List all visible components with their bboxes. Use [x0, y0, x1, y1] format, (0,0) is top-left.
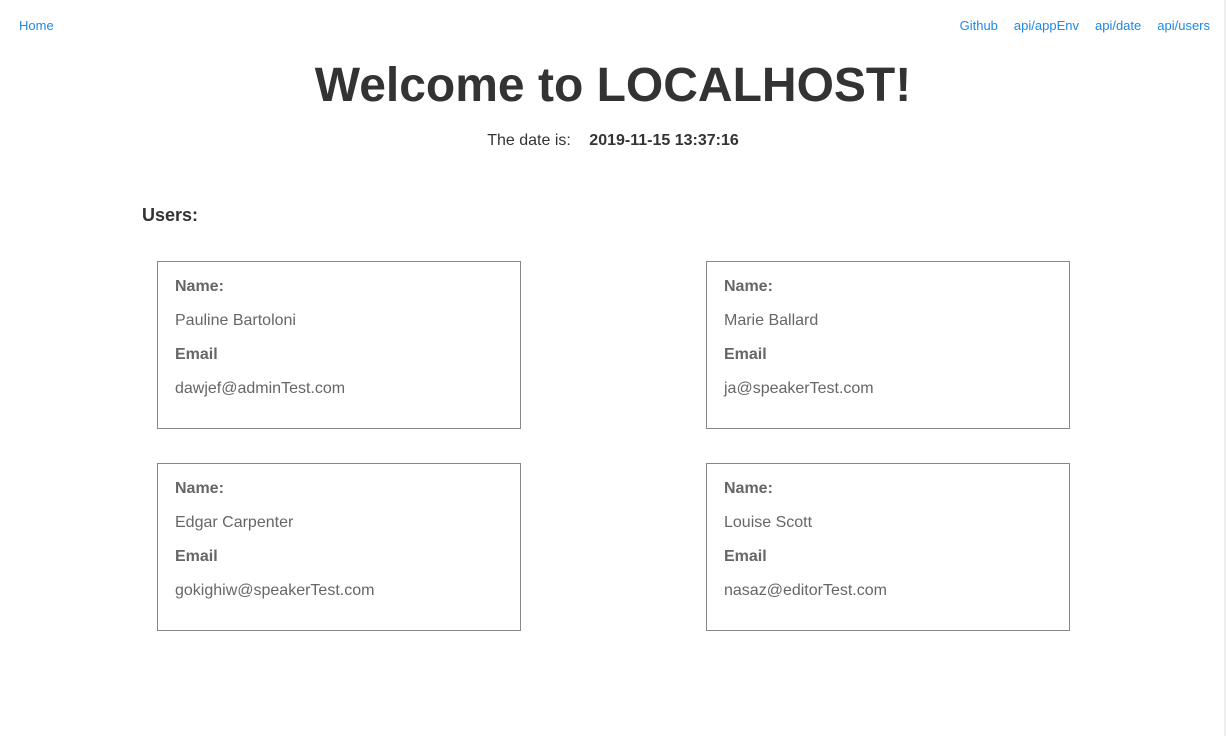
top-navigation: Home Github api/appEnv api/date api/user… — [0, 0, 1226, 50]
nav-api-appenv-link[interactable]: api/appEnv — [1014, 18, 1079, 33]
name-label: Name: — [724, 480, 773, 497]
date-line: The date is: 2019-11-15 13:37:16 — [0, 131, 1226, 151]
email-label: Email — [175, 548, 218, 565]
user-card: Name: Louise Scott Email nasaz@editorTes… — [706, 463, 1070, 631]
email-label: Email — [175, 346, 218, 363]
user-card: Name: Pauline Bartoloni Email dawjef@adm… — [157, 261, 521, 429]
nav-home-link[interactable]: Home — [19, 18, 54, 33]
user-email: ja@speakerTest.com — [724, 380, 874, 397]
users-heading: Users: — [142, 205, 199, 225]
email-label: Email — [724, 548, 767, 565]
user-email: dawjef@adminTest.com — [175, 380, 346, 397]
user-card: Name: Edgar Carpenter Email gokighiw@spe… — [157, 463, 521, 631]
date-value: 2019-11-15 13:37:16 — [589, 132, 739, 149]
email-label: Email — [724, 346, 767, 363]
user-email: gokighiw@speakerTest.com — [175, 582, 375, 599]
nav-github-link[interactable]: Github — [960, 18, 998, 33]
user-email: nasaz@editorTest.com — [724, 582, 887, 599]
user-name: Edgar Carpenter — [175, 514, 294, 531]
user-card: Name: Marie Ballard Email ja@speakerTest… — [706, 261, 1070, 429]
nav-right-links: Github api/appEnv api/date api/users — [960, 18, 1210, 33]
name-label: Name: — [175, 480, 224, 497]
date-label: The date is: — [487, 132, 571, 149]
user-name: Louise Scott — [724, 514, 813, 531]
nav-api-users-link[interactable]: api/users — [1157, 18, 1210, 33]
name-label: Name: — [175, 278, 224, 295]
user-name: Pauline Bartoloni — [175, 312, 296, 329]
nav-api-date-link[interactable]: api/date — [1095, 18, 1141, 33]
name-label: Name: — [724, 278, 773, 295]
user-name: Marie Ballard — [724, 312, 819, 329]
page-title: Welcome to LOCALHOST! — [314, 59, 912, 112]
